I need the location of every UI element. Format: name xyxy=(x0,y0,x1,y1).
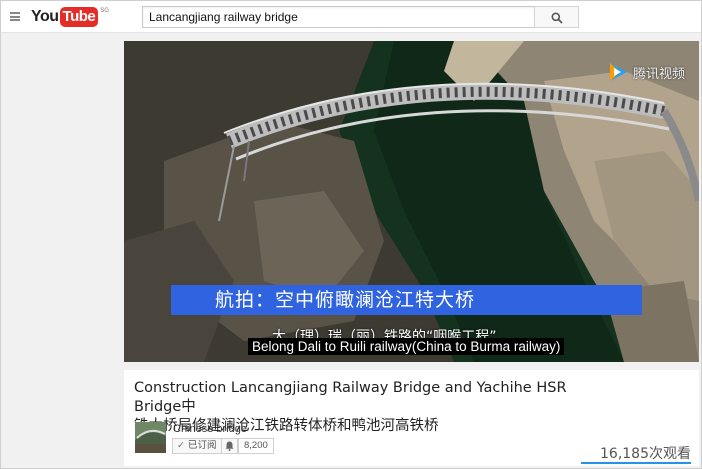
channel-avatar[interactable] xyxy=(135,422,166,453)
tencent-video-watermark: 腾讯视频 xyxy=(606,60,685,84)
video-player[interactable]: 腾讯视频 航拍：空中俯瞰澜沧江特大桥 大（理）瑞（丽）铁路的“咽喉工程” Bel… xyxy=(124,41,699,362)
channel-avatar-image xyxy=(135,422,166,453)
notification-bell-button[interactable] xyxy=(222,438,238,454)
menu-icon[interactable] xyxy=(10,12,20,21)
tencent-video-icon xyxy=(609,63,627,81)
masthead: You Tube SG xyxy=(1,1,701,33)
video-info-panel: Construction Lancangjiang Railway Bridge… xyxy=(124,370,699,466)
youtube-logo[interactable]: You Tube SG xyxy=(31,7,109,27)
sentiment-bar xyxy=(581,462,691,464)
search-input[interactable] xyxy=(142,6,535,28)
chinese-banner-text: 航拍：空中俯瞰澜沧江特大桥 xyxy=(215,289,476,311)
chinese-banner: 航拍：空中俯瞰澜沧江特大桥 xyxy=(171,285,642,315)
subscriber-count: 8,200 xyxy=(238,438,274,454)
subscribe-label: 已订阅 xyxy=(187,440,217,451)
logo-tube: Tube xyxy=(59,7,99,27)
logo-you: You xyxy=(31,8,59,25)
bell-icon xyxy=(225,441,234,451)
check-icon: ✓ xyxy=(177,440,185,451)
watermark-text: 腾讯视频 xyxy=(632,66,685,82)
video-title-line-1: Construction Lancangjiang Railway Bridge… xyxy=(134,380,567,415)
english-caption: Belong Dali to Ruili railway(China to Bu… xyxy=(248,338,565,355)
logo-region: SG xyxy=(100,8,109,14)
subscribed-button[interactable]: ✓ 已订阅 xyxy=(172,438,222,454)
search-button[interactable] xyxy=(534,6,579,28)
channel-name[interactable]: Chinese bridge xyxy=(173,423,247,435)
search-icon xyxy=(551,12,563,24)
page: You Tube SG Lancangjiang railway bridge … xyxy=(0,0,702,469)
view-count: 16,185次观看 xyxy=(600,446,691,462)
